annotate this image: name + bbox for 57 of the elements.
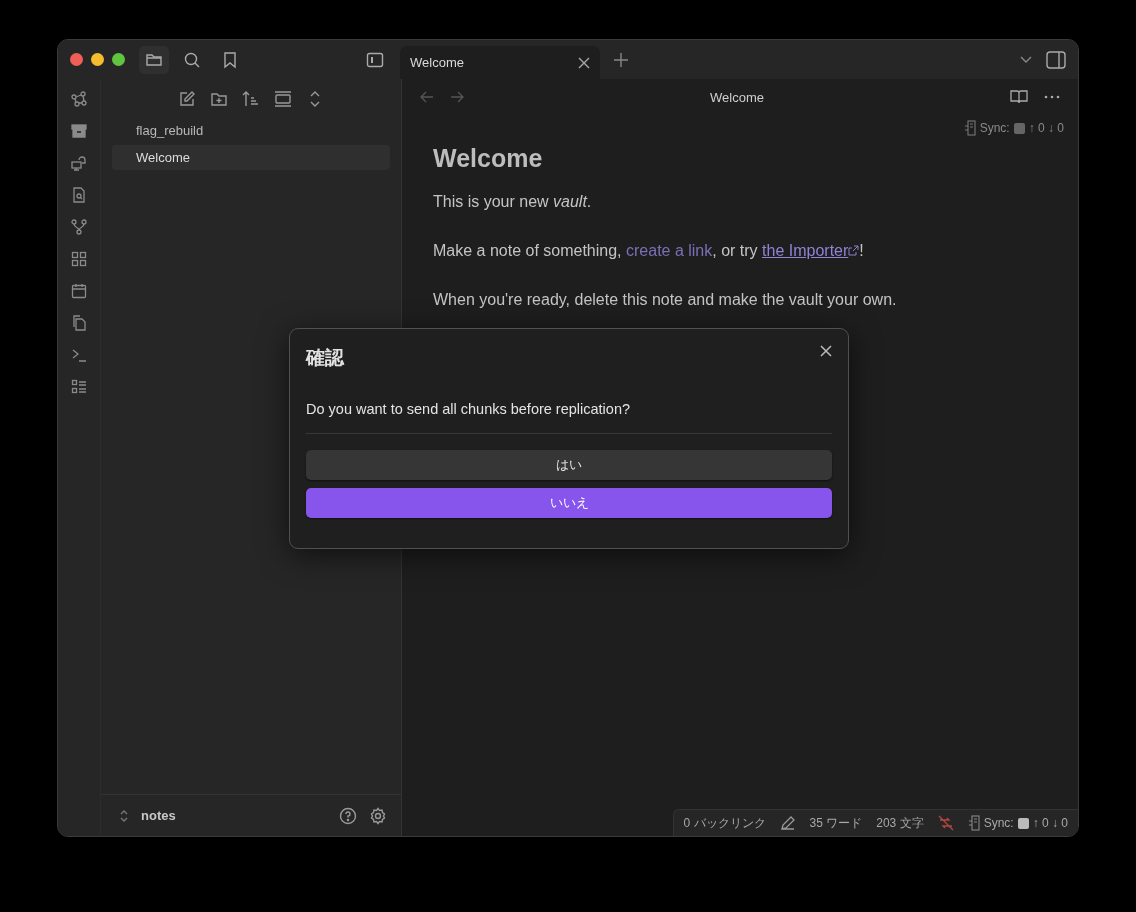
sort-icon[interactable] (242, 90, 260, 108)
close-icon[interactable] (820, 345, 832, 357)
vault-name[interactable]: notes (141, 808, 176, 823)
maximize-window-button[interactable] (112, 53, 125, 66)
dialog-button[interactable]: はい (306, 450, 832, 480)
plus-icon[interactable] (614, 52, 628, 67)
pencil-icon[interactable] (779, 815, 796, 831)
sync-status-icon (1017, 817, 1029, 829)
view-title: Welcome (709, 89, 765, 105)
character-count: 203 文字 (876, 814, 924, 832)
archive-box-icon[interactable] (71, 123, 87, 139)
grid-icon[interactable] (71, 251, 87, 267)
external-link[interactable]: the Importer (762, 242, 860, 259)
new-folder-icon[interactable] (210, 90, 228, 108)
word-count: 35 ワード (809, 814, 863, 832)
sync-counts: ↑ 0 ↓ 0 (1032, 816, 1068, 830)
server-icon (967, 815, 980, 831)
close-icon[interactable] (578, 56, 590, 69)
collapse-icon[interactable] (274, 90, 292, 108)
minimize-window-button[interactable] (91, 53, 104, 66)
file-search-icon[interactable] (71, 187, 87, 203)
sidebar-toggle-icon[interactable] (1046, 50, 1066, 69)
external-link-icon[interactable] (848, 245, 860, 256)
backlinks-count[interactable]: 0 バックリンク (683, 814, 766, 832)
sync-label: Sync: (983, 816, 1014, 830)
dialog-message: Do you want to send all chunks before replication? (306, 401, 632, 417)
chevron-down-icon[interactable] (1020, 55, 1032, 64)
note-paragraph: This is your new vault. (433, 192, 593, 212)
new-note-icon[interactable] (178, 90, 196, 108)
close-window-button[interactable] (70, 53, 83, 66)
checklist-icon[interactable] (71, 379, 87, 395)
help-icon[interactable] (339, 806, 357, 825)
folder-icon[interactable] (139, 45, 169, 74)
chevron-updown-icon[interactable] (119, 808, 129, 823)
sync-off-icon[interactable] (937, 815, 954, 831)
settings-icon[interactable] (369, 806, 387, 825)
sync-label: Sync: (979, 121, 1010, 135)
sync-status-icon (1013, 122, 1025, 134)
terminal-icon[interactable] (71, 347, 87, 363)
file-item[interactable]: flag_rebuild (112, 118, 390, 143)
graph-icon[interactable] (71, 91, 87, 107)
monitor-icon[interactable] (71, 155, 87, 171)
server-icon (963, 120, 976, 136)
note-paragraph: Make a note of something, create a link, or try the Importer ! (433, 241, 865, 261)
calendar-icon[interactable] (71, 283, 87, 299)
dialog-button[interactable]: いいえ (306, 488, 832, 518)
note-heading: Welcome (433, 144, 544, 173)
internal-link[interactable]: create a link (626, 242, 713, 259)
branch-icon[interactable] (71, 219, 87, 235)
more-options-icon[interactable] (1044, 95, 1060, 99)
note-paragraph: When you're ready, delete this note and make the vault your own. (433, 290, 898, 310)
tab[interactable]: Welcome (400, 46, 600, 79)
dialog-title: 確認 (306, 346, 344, 370)
copy-icon[interactable] (71, 315, 87, 331)
book-icon[interactable] (1010, 89, 1028, 105)
file-item[interactable]: Welcome (112, 145, 390, 170)
sync-counts: ↑ 0 ↓ 0 (1028, 121, 1064, 135)
